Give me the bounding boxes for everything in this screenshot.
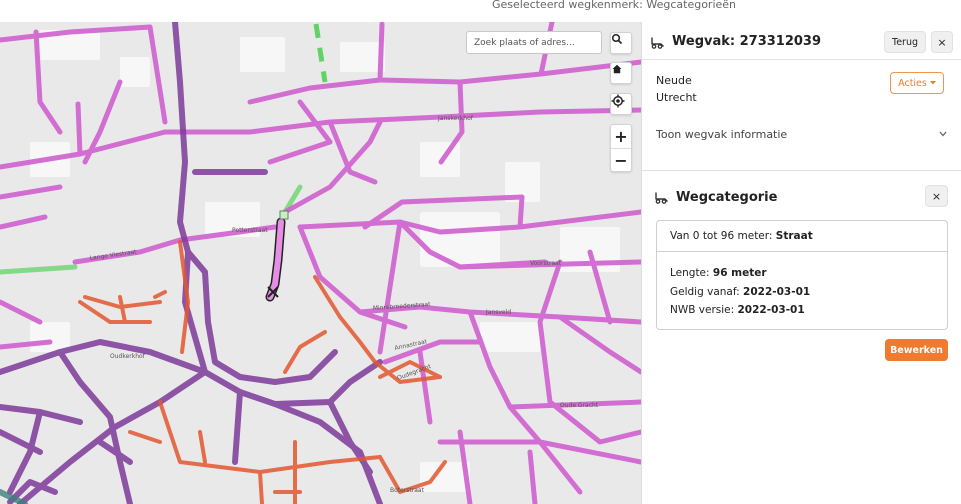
length-row: Lengte: 96 meter [670, 267, 767, 279]
nwb-version-value: 2022-03-01 [737, 304, 805, 316]
range-label: Van 0 tot 96 meter: [670, 230, 773, 242]
road-category-card: Van 0 tot 96 meter: Straat Lengte: 96 me… [656, 220, 948, 330]
map[interactable]: Potterstraat Lange Viestraat Oudkerkhof … [0, 22, 641, 504]
selected-feature-label: Geselecteerd wegkenmerk: Wegcategorieën [492, 0, 737, 11]
detail-panel: Wegvak: 273312039 Terug × Neude Utrecht … [641, 22, 961, 504]
range-value: Straat [775, 230, 813, 242]
length-value: 96 meter [712, 267, 767, 279]
road-segment-title: Wegvak: 273312039 [672, 34, 822, 49]
valid-from-row: Geldig vanaf: 2022-03-01 [670, 286, 810, 298]
search-button[interactable] [610, 32, 632, 54]
nwb-version-row: NWB versie: 2022-03-01 [670, 304, 805, 316]
caret-down-icon [929, 81, 936, 85]
close-panel-button[interactable]: × [931, 31, 953, 53]
search-input[interactable] [466, 31, 602, 54]
road-other-dashed [313, 23, 328, 83]
zoom-controls: + − [610, 124, 632, 172]
street-label: Janskerkhof [437, 115, 474, 122]
street-label: Potterstraat [232, 227, 268, 234]
edit-button[interactable]: Bewerken [885, 339, 948, 361]
panel-header: Wegvak: 273312039 Terug × [642, 22, 961, 60]
road-category-title: Wegcategorie [676, 190, 778, 205]
locate-button[interactable] [610, 93, 632, 115]
road-segment-icon [651, 37, 664, 49]
road-info-section: Neude Utrecht Acties Toon wegvak informa… [642, 60, 961, 171]
street-label: Jansveld [485, 309, 511, 316]
road-main [0, 22, 383, 504]
home-button[interactable] [610, 62, 632, 84]
zoom-in-button[interactable]: + [611, 125, 631, 148]
zoom-out-button[interactable]: − [611, 148, 631, 171]
home-icon [612, 64, 622, 74]
actions-label: Acties [898, 77, 927, 89]
valid-from-label: Geldig vanaf: [670, 286, 740, 298]
selected-road-segment[interactable] [265, 210, 289, 302]
range-row: Van 0 tot 96 meter: Straat [670, 230, 813, 242]
actions-dropdown[interactable]: Acties [890, 72, 944, 94]
chevron-down-icon [939, 131, 947, 137]
map-canvas[interactable]: Potterstraat Lange Viestraat Oudkerkhof … [0, 22, 641, 504]
valid-from-value: 2022-03-01 [743, 286, 811, 298]
card-header: Van 0 tot 96 meter: Straat [657, 221, 947, 252]
search-icon [611, 33, 623, 45]
back-button[interactable]: Terug [884, 31, 926, 53]
length-label: Lengte: [670, 267, 710, 279]
toggle-road-info-label: Toon wegvak informatie [656, 128, 788, 141]
nwb-version-label: NWB versie: [670, 304, 735, 316]
street-label: Boterstraat [390, 487, 425, 494]
toggle-road-info[interactable]: Toon wegvak informatie [656, 128, 948, 146]
street-label: Oude Gracht [560, 402, 599, 409]
crosshair-icon [611, 94, 625, 108]
street-name: Neude [656, 74, 692, 87]
city-name: Utrecht [656, 91, 697, 104]
road-category-icon [655, 192, 668, 204]
street-label: Lange Viestraat [89, 248, 137, 262]
street-label: Oudkerkhof [110, 353, 146, 360]
top-bar: Geselecteerd wegkenmerk: Wegcategorieën [0, 0, 961, 22]
close-category-button[interactable]: × [925, 185, 948, 207]
street-label: Voorstraat [530, 260, 562, 267]
